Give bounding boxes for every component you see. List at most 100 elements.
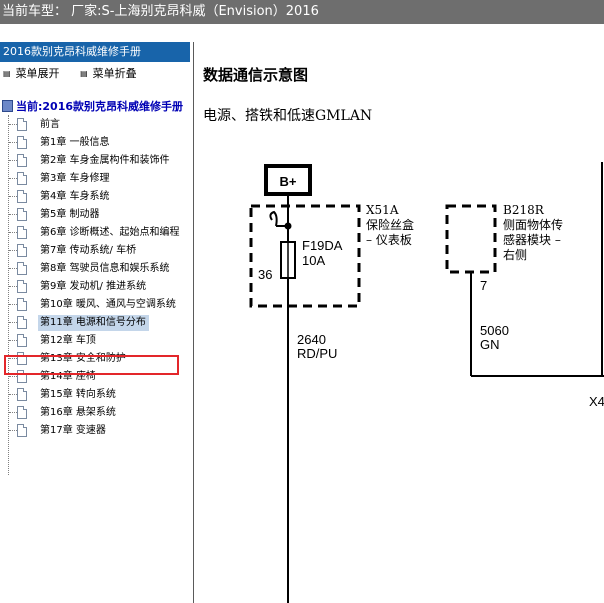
document-icon	[17, 388, 27, 401]
tree-root-label: 当前:2016款别克昂科威维修手册	[16, 100, 184, 113]
tree-item-chapter[interactable]: 第10章 暖风、通风与空调系统	[0, 296, 193, 314]
document-icon	[17, 154, 27, 167]
tree-item-chapter[interactable]: 第8章 驾驶员信息和娱乐系统	[0, 260, 193, 278]
menu-expand-button[interactable]: ▤ 菜单展开	[3, 64, 60, 84]
tree-item-label: 第5章 制动器	[40, 209, 100, 220]
tree-branch-connector	[9, 142, 17, 143]
document-icon	[17, 136, 27, 149]
tree-item-chapter[interactable]: 第15章 转向系统	[0, 386, 193, 404]
tree-item-chapter[interactable]: 第17章 变速器	[0, 422, 193, 440]
fuse-box-name-1: 保险丝盒	[366, 217, 414, 232]
tree-item-label: 第2章 车身金属构件和装饰件	[40, 155, 170, 166]
chapter-tree: 前言第1章 一般信息第2章 车身金属构件和装饰件 第3章 车身修理 第4章 车身系统…	[0, 116, 193, 440]
tree-root-item[interactable]: 当前:2016款别克昂科威维修手册	[2, 99, 183, 115]
tree-branch-connector	[9, 160, 17, 161]
power-label: B+	[280, 174, 297, 189]
tree-item-label: 第17章 变速器	[40, 425, 106, 436]
tree-item-label: 第7章 传动系统/ 车桥	[40, 245, 137, 256]
document-icon	[17, 172, 27, 185]
tree-branch-connector	[9, 124, 17, 125]
tree-item-chapter[interactable]: 前言	[0, 116, 193, 134]
tree-item-chapter[interactable]: 第16章 悬架系统	[0, 404, 193, 422]
tree-item-chapter[interactable]: 第7章 传动系统/ 车桥	[0, 242, 193, 260]
document-icon	[17, 262, 27, 275]
document-icon	[17, 334, 27, 347]
book-icon	[2, 100, 13, 112]
tree-item-label: 第4章 车身系统	[40, 191, 110, 202]
module-box-outline	[445, 204, 497, 274]
connector-cut-label: X4	[589, 394, 604, 409]
tree-item-label: 第15章 转向系统	[40, 389, 116, 400]
selection-highlight-box	[4, 355, 179, 375]
document-icon	[17, 424, 27, 437]
wire2-circuit-label: 5060	[480, 323, 509, 338]
wire1-circuit-label: 2640	[297, 332, 326, 347]
fuse-symbol-icon	[269, 210, 278, 227]
tree-item-chapter[interactable]: 第9章 发动机/ 推进系统	[0, 278, 193, 296]
tree-branch-connector	[9, 412, 17, 413]
navigation-panel: 2016款别克昂科威维修手册 ▤ 菜单展开 ▤ 菜单折叠 当前:2016款别克昂科威…	[0, 42, 193, 603]
tree-item-label: 第6章 诊断概述、起始点和编程	[40, 227, 180, 238]
wire1-color-label: RD/PU	[297, 346, 337, 361]
window-title-bar: 当前车型： 厂家:S-上海别克昂科威（Envision）2016	[0, 0, 604, 24]
module-pin-label: 7	[480, 278, 487, 293]
tree-branch-connector	[9, 394, 17, 395]
fuse-box-name-2: – 仪表板	[366, 233, 412, 247]
tree-item-chapter[interactable]: 第11章 电源和信号分布	[0, 314, 193, 332]
fuse-rating-label: 10A	[302, 253, 325, 268]
document-icon	[17, 208, 27, 221]
menu-expand-label: 菜单展开	[15, 67, 60, 80]
tree-item-chapter[interactable]: 第1章 一般信息	[0, 134, 193, 152]
document-icon	[17, 298, 27, 311]
tree-item-chapter[interactable]: 第3章 车身修理	[0, 170, 193, 188]
tree-item-label: 第1章 一般信息	[40, 137, 110, 148]
collapse-icon: ▤	[80, 69, 88, 78]
tree-branch-connector	[9, 232, 17, 233]
tree-branch-connector	[9, 286, 17, 287]
expand-icon: ▤	[3, 69, 11, 78]
module-name-3: 右侧	[503, 247, 527, 262]
document-icon	[17, 280, 27, 293]
tree-branch-connector	[9, 214, 17, 215]
tree-branch-connector	[9, 268, 17, 269]
tree-item-label: 第12章 车顶	[40, 335, 96, 346]
document-icon	[17, 244, 27, 257]
manual-title-header: 2016款别克昂科威维修手册	[0, 42, 190, 62]
tree-branch-connector	[9, 376, 17, 377]
menu-controls: ▤ 菜单展开 ▤ 菜单折叠	[0, 64, 151, 84]
document-icon	[17, 190, 27, 203]
tree-branch-connector	[9, 304, 17, 305]
fuse-box-ref: X51A	[366, 203, 399, 217]
tree-item-label: 第9章 发动机/ 推进系统	[40, 281, 147, 292]
tree-branch-connector	[9, 322, 17, 323]
tree-branch-connector	[9, 430, 17, 431]
tree-item-chapter[interactable]: 第2章 车身金属构件和装饰件	[0, 152, 193, 170]
content-panel: 数据通信示意图 电源、搭铁和低速GMLAN B+ F19DA 10A 36 X5…	[194, 42, 604, 603]
tree-item-chapter[interactable]: 第5章 制动器	[0, 206, 193, 224]
tree-item-label: 第3章 车身修理	[40, 173, 110, 184]
tree-item-label: 第11章 电源和信号分布	[38, 315, 149, 331]
menu-collapse-label: 菜单折叠	[92, 67, 137, 80]
module-ref: B218R	[503, 203, 545, 217]
module-name-1: 侧面物体传	[503, 217, 563, 232]
tree-item-chapter[interactable]: 第4章 车身系统	[0, 188, 193, 206]
tree-branch-connector	[9, 178, 17, 179]
document-icon	[17, 226, 27, 239]
document-icon	[17, 118, 27, 131]
document-icon	[17, 406, 27, 419]
wire2-color-label: GN	[480, 337, 500, 352]
tree-branch-connector	[9, 250, 17, 251]
tree-item-chapter[interactable]: 第12章 车顶	[0, 332, 193, 350]
tree-item-label: 第8章 驾驶员信息和娱乐系统	[40, 263, 170, 274]
fuse-pin-label: 36	[258, 267, 272, 282]
fuse-id-label: F19DA	[302, 238, 343, 253]
tree-item-chapter[interactable]: 第6章 诊断概述、起始点和编程	[0, 224, 193, 242]
tree-item-label: 前言	[40, 119, 60, 130]
document-icon	[17, 316, 27, 329]
module-name-2: 感器模块 –	[503, 232, 561, 247]
wiring-diagram: B+ F19DA 10A 36 X51A 保险丝盒 – 仪表板 2640 RD/…	[249, 162, 604, 603]
tree-item-label: 第10章 暖风、通风与空调系统	[40, 299, 176, 310]
tree-branch-connector	[9, 196, 17, 197]
menu-collapse-button[interactable]: ▤ 菜单折叠	[80, 64, 137, 84]
tree-branch-connector	[9, 340, 17, 341]
